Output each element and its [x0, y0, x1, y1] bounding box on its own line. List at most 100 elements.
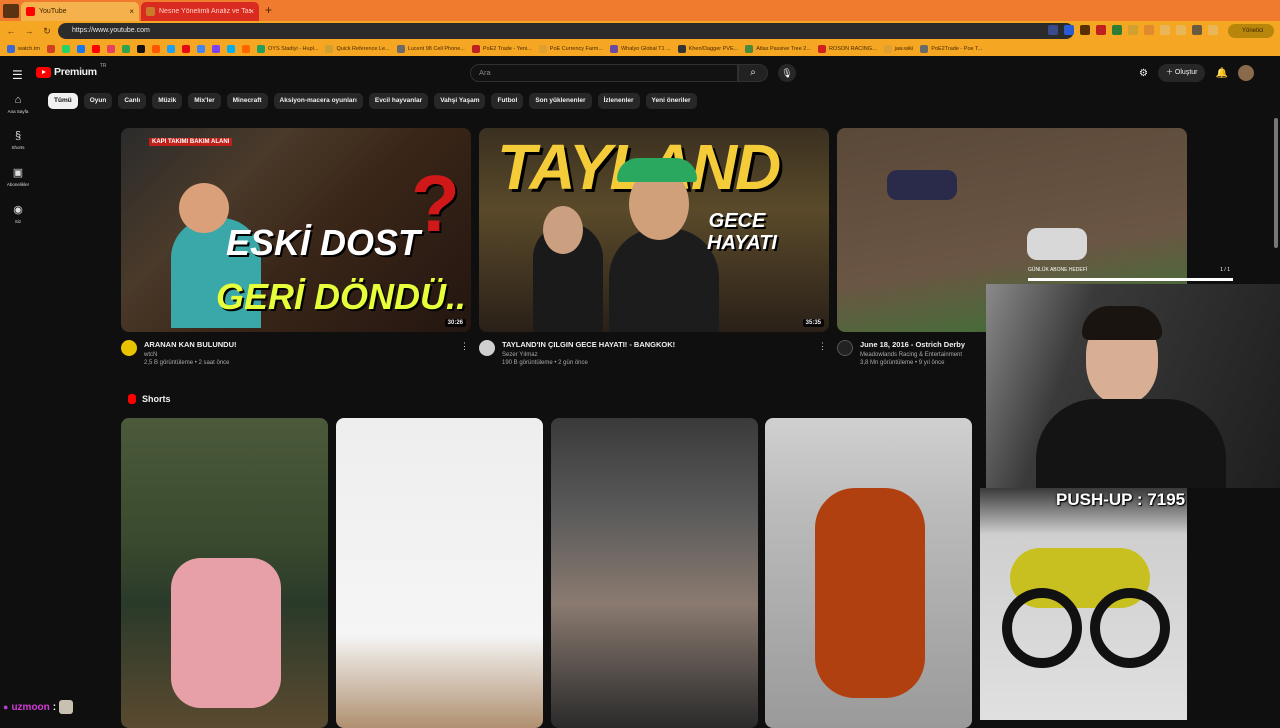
browser-menu-button[interactable] [3, 4, 19, 18]
bookmark-label: PoE2 Trade - Yeni... [482, 45, 532, 52]
bookmark-item[interactable] [47, 44, 56, 53]
back-icon[interactable]: ← [4, 24, 18, 38]
extension-icon[interactable] [1112, 25, 1122, 35]
bookmark-item[interactable] [92, 44, 101, 53]
avatar[interactable] [1237, 65, 1254, 81]
short-thumbnail[interactable] [765, 418, 972, 728]
extension-icon[interactable] [1176, 25, 1186, 35]
extension-icon[interactable] [1128, 25, 1138, 35]
bookmark-item[interactable]: Whalyo Global T1 ... [609, 44, 671, 53]
thumbnail-subtitle: GECE HAYATI [707, 210, 777, 254]
bookmark-item[interactable] [107, 44, 116, 53]
extension-icon[interactable] [1160, 25, 1170, 35]
youtube-favicon-icon [26, 7, 35, 16]
filter-chip[interactable]: Son yüklenenler [529, 93, 592, 109]
more-options-icon[interactable]: ⋮ [460, 341, 469, 352]
bookmark-item[interactable]: Atlas Passive Tree 2... [745, 44, 811, 53]
bookmark-item[interactable] [182, 44, 191, 53]
bookmark-item[interactable]: watch.tm [7, 44, 40, 53]
channel-name[interactable]: Sezer Yılmaz [502, 352, 675, 358]
search-button[interactable]: ⌕ [738, 64, 768, 82]
video-thumbnail[interactable]: TAYLAND GECE HAYATI 35:35 [479, 128, 829, 332]
filter-chip[interactable]: Futbol [491, 93, 524, 109]
bookmark-favicon-icon [122, 44, 131, 53]
bookmark-item[interactable] [197, 44, 206, 53]
video-title[interactable]: TAYLAND'IN ÇILGIN GECE HAYATI! - BANGKOK… [502, 340, 675, 349]
bookmark-item[interactable]: Khen/Dagger PVE... [677, 44, 738, 53]
video-card[interactable]: TAYLAND GECE HAYATI 35:35 TAYLAND'IN ÇIL… [479, 128, 829, 368]
scrollbar[interactable] [1274, 118, 1278, 248]
youtube-premium-logo[interactable]: Premium TR [36, 63, 107, 78]
profile-button[interactable]: Yönetici [1228, 24, 1274, 38]
filter-chip[interactable]: Aksiyon-macera oyunları [273, 93, 363, 109]
forward-icon[interactable]: → [22, 24, 36, 38]
filter-chip[interactable]: Tümü [48, 93, 78, 109]
short-thumbnail[interactable] [121, 418, 328, 728]
tab-youtube[interactable]: YouTube × [21, 2, 139, 21]
voice-search-icon[interactable]: 🎙 [778, 64, 796, 82]
close-tab-icon[interactable]: × [249, 7, 254, 16]
bookmark-item[interactable]: PoE Currency Farm... [538, 44, 603, 53]
filter-chip[interactable]: Mix'ler [188, 93, 221, 109]
video-card[interactable]: KAPI TAKIMI BAKIM ALANI ESKİ DOST GERİ D… [121, 128, 471, 368]
extension-icon[interactable] [1144, 25, 1154, 35]
filter-chip[interactable]: Müzik [152, 93, 183, 109]
bookmark-item[interactable]: PoE2 Trade - Yeni... [471, 44, 532, 53]
video-thumbnail[interactable]: KAPI TAKIMI BAKIM ALANI ESKİ DOST GERİ D… [121, 128, 471, 332]
bookmark-item[interactable] [137, 44, 146, 53]
bookmark-item[interactable] [77, 44, 86, 53]
channel-name[interactable]: wtcN [144, 352, 237, 358]
bookmark-item[interactable]: PoE2Trade - Poe T... [920, 44, 982, 53]
bookmark-item[interactable]: ROSON RACING... [817, 44, 877, 53]
sidebar-item-shorts[interactable]: § Shorts [0, 130, 36, 150]
search-input[interactable]: Ara [470, 64, 738, 82]
bookmark-item[interactable]: OYS Stadiyi - Hupl... [257, 44, 318, 53]
bookmark-item[interactable] [242, 44, 251, 53]
sidebar-item-subscriptions[interactable]: ▣ Abonelikler [0, 166, 36, 187]
video-title[interactable]: ARANAN KAN BULUNDU! [144, 340, 237, 349]
more-options-icon[interactable]: ⋮ [818, 341, 827, 352]
extension-icon[interactable] [1192, 25, 1202, 35]
hamburger-menu-icon[interactable]: ☰ [12, 68, 24, 82]
create-button[interactable]: ＋ Oluştur [1157, 64, 1206, 82]
filter-chip[interactable]: Canlı [118, 93, 147, 109]
channel-avatar[interactable] [837, 340, 853, 356]
filter-chip[interactable]: Oyun [83, 93, 113, 109]
bookmark-item[interactable] [227, 44, 236, 53]
bookmark-item[interactable]: Quick Reference Le... [325, 44, 390, 53]
extension-icon[interactable] [1208, 25, 1218, 35]
filter-chip[interactable]: Minecraft [226, 93, 268, 109]
channel-name[interactable]: Meadowlands Racing & Entertainment [860, 352, 965, 358]
filter-chip[interactable]: İzlenenler [597, 93, 640, 109]
new-tab-button[interactable]: + [265, 2, 272, 21]
sidebar-item-you[interactable]: ◉ Siz [0, 203, 36, 224]
bookmark-item[interactable] [122, 44, 131, 53]
filter-chip[interactable]: Yeni öneriler [645, 93, 697, 109]
filter-chip[interactable]: Evcil hayvanlar [368, 93, 429, 109]
filter-chip[interactable]: Vahşi Yaşam [434, 93, 486, 109]
url-input[interactable]: https://www.youtube.com [58, 23, 1074, 39]
video-title[interactable]: June 18, 2016 - Ostrich Derby [860, 340, 965, 349]
bookmark-item[interactable] [212, 44, 221, 53]
bookmark-item[interactable]: Lucent 98 Cell Phone... [396, 44, 465, 53]
extension-icon[interactable] [1096, 25, 1106, 35]
close-tab-icon[interactable]: × [129, 7, 134, 16]
short-thumbnail[interactable] [336, 418, 543, 728]
bookmark-item[interactable] [167, 44, 176, 53]
reload-icon[interactable]: ↻ [40, 24, 54, 38]
you-icon: ◉ [13, 204, 23, 216]
channel-avatar[interactable] [479, 340, 495, 356]
cast-icon[interactable]: ⚙ [1139, 68, 1148, 79]
bookmark-star-icon[interactable] [1064, 25, 1074, 35]
bookmark-item[interactable] [62, 44, 71, 53]
notifications-bell-icon[interactable]: 🔔 [1215, 68, 1227, 79]
channel-avatar[interactable] [121, 340, 137, 356]
tab-nesne[interactable]: Nesne Yönelimli Analiz ve Tasarım × [141, 2, 259, 21]
webcam-person-body [1036, 399, 1226, 488]
tab-search-icon[interactable] [1048, 25, 1058, 35]
bookmark-item[interactable] [152, 44, 161, 53]
extension-icon[interactable] [1080, 25, 1090, 35]
short-thumbnail[interactable] [551, 418, 758, 728]
sidebar-item-home[interactable]: ⌂ Ana Sayfa [0, 94, 36, 114]
bookmark-item[interactable]: jaw.wiki [883, 44, 913, 53]
